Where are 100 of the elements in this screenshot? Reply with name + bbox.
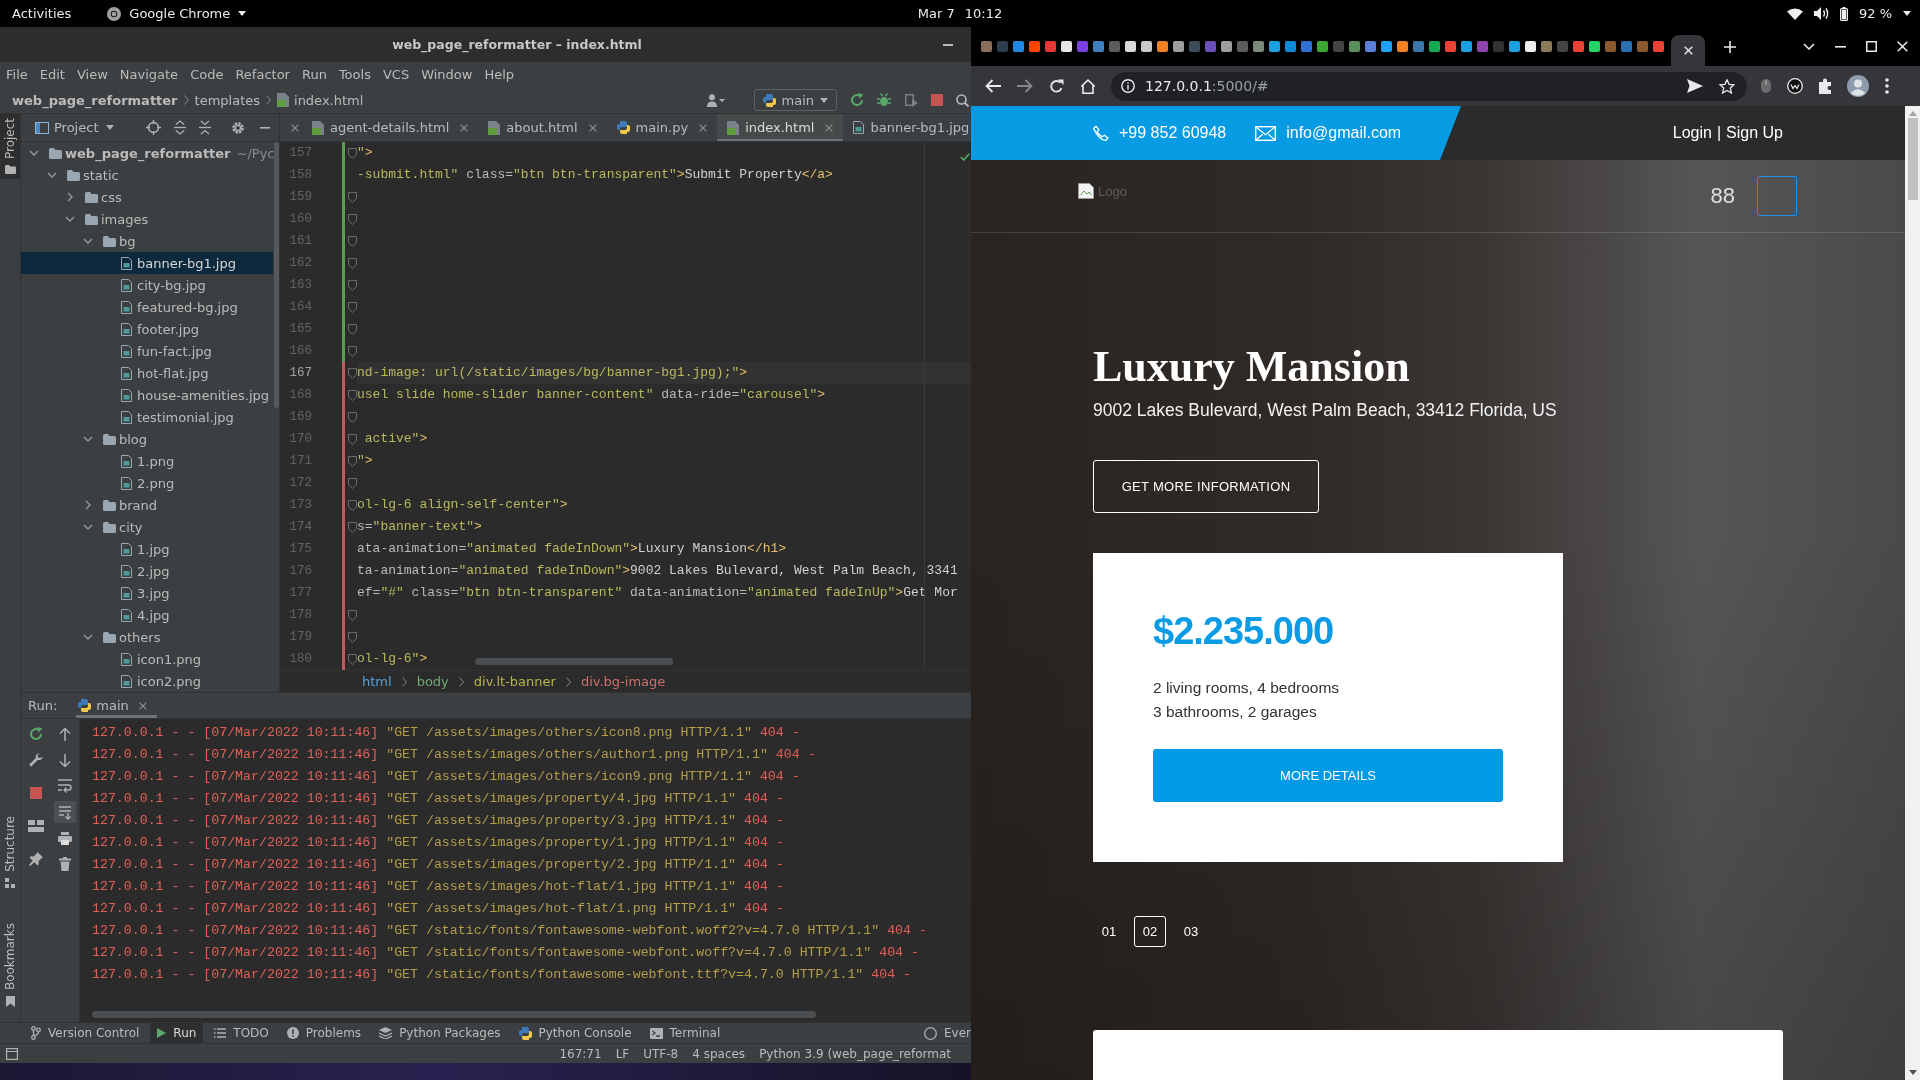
tool-window-tab[interactable]: Run — [150, 1023, 204, 1043]
volume-icon[interactable] — [1813, 7, 1829, 20]
fold-marker-icon[interactable] — [348, 147, 357, 159]
fold-marker-icon[interactable] — [348, 653, 357, 665]
site-favicon-icon[interactable] — [1061, 41, 1072, 52]
fold-marker-icon[interactable] — [348, 279, 357, 291]
site-favicon-icon[interactable] — [1253, 41, 1264, 52]
gear-icon[interactable] — [231, 120, 245, 135]
editor-tab[interactable]: banner-bg1.jpg — [843, 114, 971, 141]
tree-item[interactable]: web_page_reformatter ~/Pyc — [28, 142, 275, 164]
tree-item[interactable]: images — [64, 208, 149, 230]
site-favicon-icon[interactable] — [1141, 41, 1152, 52]
tree-item[interactable]: bg — [82, 230, 136, 252]
arrow-down-icon[interactable] — [59, 753, 71, 767]
tree-item[interactable]: 2.jpg — [100, 560, 170, 582]
site-favicon-icon[interactable] — [1301, 41, 1312, 52]
site-favicon-icon[interactable] — [1509, 41, 1520, 52]
clock[interactable]: Mar 7 10:12 — [917, 6, 1003, 21]
maximize-icon[interactable] — [1866, 41, 1877, 52]
layout-icon[interactable] — [28, 820, 44, 832]
site-favicon-icon[interactable] — [1589, 41, 1600, 52]
breadcrumb-item[interactable]: web_page_reformatter — [12, 92, 178, 108]
breadcrumb-item[interactable]: templates — [194, 92, 260, 108]
fold-marker-icon[interactable] — [348, 191, 357, 203]
arrow-up-icon[interactable] — [59, 727, 71, 741]
tool-window-tab[interactable]: Python Console — [511, 1023, 639, 1043]
menu-item[interactable]: View — [70, 62, 114, 87]
tree-item[interactable]: hot-flat.jpg — [100, 362, 209, 384]
site-favicon-icon[interactable] — [1125, 41, 1136, 52]
wrench-icon[interactable] — [29, 753, 43, 767]
signup-link[interactable]: Sign Up — [1726, 124, 1783, 142]
site-favicon-icon[interactable] — [1221, 41, 1232, 52]
slide-number[interactable]: 02 — [1134, 916, 1166, 947]
tree-item[interactable]: icon2.png — [100, 670, 202, 692]
scroll-down-icon[interactable] — [1908, 1070, 1917, 1075]
tool-window-button[interactable]: Bookmarks — [0, 918, 20, 1012]
breadcrumb-item[interactable]: div.bg-image — [580, 674, 666, 689]
more-details-button[interactable]: MORE DETAILS — [1153, 749, 1503, 802]
caret-icon[interactable] — [1903, 11, 1911, 16]
fold-marker-icon[interactable] — [348, 235, 357, 247]
breadcrumb-item[interactable]: index.html — [277, 92, 364, 108]
user-icon[interactable] — [706, 93, 725, 107]
coverage-icon[interactable] — [904, 93, 918, 107]
breadcrumb-item[interactable]: div.lt-banner — [473, 674, 556, 689]
tool-window-tab[interactable]: Version Control — [24, 1023, 147, 1043]
fold-marker-icon[interactable] — [348, 389, 357, 401]
reload-icon[interactable] — [1049, 78, 1064, 94]
site-favicon-icon[interactable] — [1605, 41, 1616, 52]
tree-item[interactable]: banner-bg1.jpg — [21, 252, 273, 274]
search-icon[interactable] — [956, 93, 969, 107]
tool-window-tab[interactable]: Terminal — [642, 1023, 728, 1043]
pin-icon[interactable] — [29, 852, 43, 866]
site-favicon-icon[interactable] — [981, 41, 992, 52]
scroll-up-icon[interactable] — [1908, 111, 1917, 116]
tree-item[interactable]: static — [46, 164, 119, 186]
site-favicon-icon[interactable] — [1317, 41, 1328, 52]
site-favicon-icon[interactable] — [1157, 41, 1168, 52]
menu-item[interactable]: Edit — [33, 62, 71, 87]
site-favicon-icon[interactable] — [1637, 41, 1648, 52]
breadcrumb-item[interactable]: html — [362, 674, 392, 689]
tree-item[interactable]: brand — [82, 494, 158, 516]
menu-item[interactable]: Tools — [332, 62, 377, 87]
back-arrow-icon[interactable] — [985, 79, 1001, 93]
site-favicon-icon[interactable] — [1541, 41, 1552, 52]
tool-window-tab[interactable]: Ever — [917, 1023, 971, 1043]
tree-item[interactable]: 2.png — [100, 472, 175, 494]
menu-item[interactable]: Code — [184, 62, 230, 87]
info-icon[interactable] — [1121, 79, 1135, 93]
tool-window-tab[interactable]: TODO — [207, 1023, 276, 1043]
slide-number[interactable]: 03 — [1175, 916, 1207, 947]
tree-item[interactable]: house-amenities.jpg — [100, 384, 270, 406]
scrollbar-thumb[interactable] — [1907, 118, 1918, 200]
editor-tab[interactable]: agent-details.html — [302, 114, 479, 141]
circle-badge-icon[interactable] — [1787, 78, 1803, 94]
fold-marker-icon[interactable] — [348, 521, 357, 533]
collapse-all-icon[interactable] — [199, 120, 211, 135]
active-tab[interactable] — [1671, 35, 1705, 66]
kebab-menu-icon[interactable] — [1885, 78, 1889, 94]
print-icon[interactable] — [58, 831, 72, 845]
site-favicon-icon[interactable] — [1573, 41, 1584, 52]
expand-all-icon[interactable] — [174, 120, 186, 135]
fold-marker-icon[interactable] — [348, 213, 357, 225]
home-icon[interactable] — [1080, 78, 1096, 94]
rerun-icon[interactable] — [29, 727, 43, 741]
app-menu[interactable]: Google Chrome — [107, 6, 247, 21]
avatar-icon[interactable] — [1847, 75, 1869, 97]
site-favicon-icon[interactable] — [1429, 41, 1440, 52]
slide-number[interactable]: 01 — [1093, 916, 1125, 947]
fold-marker-icon[interactable] — [348, 301, 357, 313]
rerun-icon[interactable] — [850, 93, 864, 107]
editor-tab[interactable]: about.html — [478, 114, 607, 141]
fold-marker-icon[interactable] — [348, 477, 357, 489]
send-icon[interactable] — [1687, 79, 1703, 93]
minimize-icon[interactable] — [1835, 45, 1846, 48]
activities-button[interactable]: Activities — [12, 6, 72, 21]
site-favicon-icon[interactable] — [1525, 41, 1536, 52]
forward-arrow-icon[interactable] — [1017, 79, 1033, 93]
fold-marker-icon[interactable] — [348, 499, 357, 511]
mouse-icon[interactable] — [1761, 79, 1771, 93]
status-item[interactable]: UTF-8 — [643, 1046, 679, 1061]
